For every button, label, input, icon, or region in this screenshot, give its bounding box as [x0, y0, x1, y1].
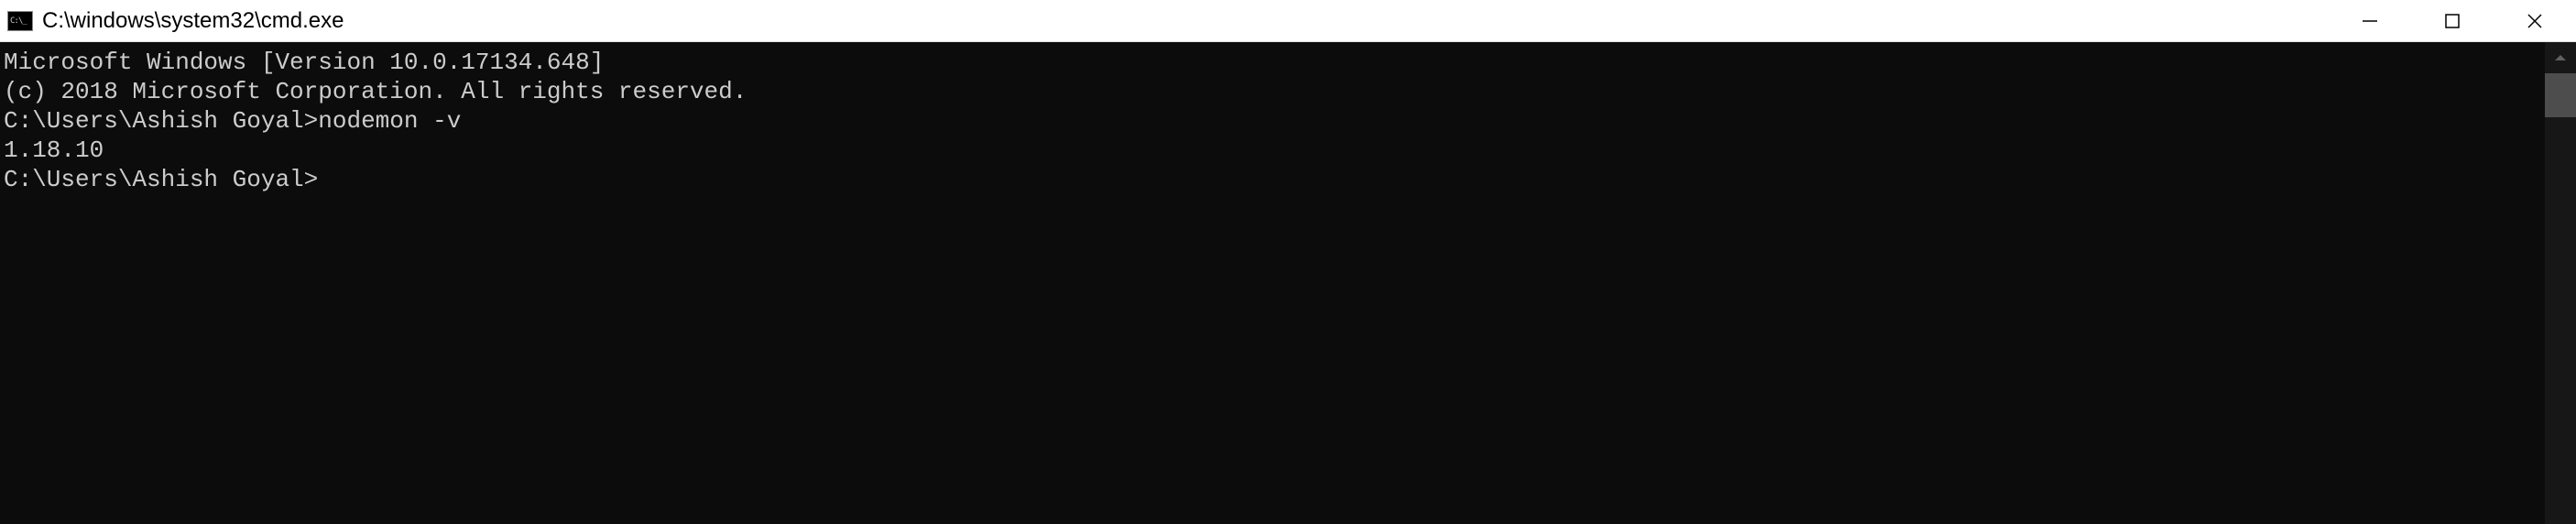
close-button[interactable] — [2494, 0, 2576, 41]
close-icon — [2526, 12, 2544, 30]
terminal-output: 1.18.10 — [4, 136, 2545, 165]
terminal-content[interactable]: Microsoft Windows [Version 10.0.17134.64… — [0, 42, 2545, 524]
minimize-icon — [2361, 12, 2379, 30]
terminal-area: Microsoft Windows [Version 10.0.17134.64… — [0, 42, 2576, 524]
window-titlebar: C:\_ C:\windows\system32\cmd.exe — [0, 0, 2576, 42]
terminal-prompt: C:\Users\Ashish Goyal> — [4, 107, 318, 135]
scroll-up-button[interactable] — [2545, 42, 2576, 73]
scroll-thumb[interactable] — [2545, 73, 2576, 117]
cmd-icon: C:\_ — [7, 11, 33, 31]
maximize-button[interactable] — [2411, 0, 2494, 41]
chevron-up-icon — [2554, 53, 2567, 62]
window-title: C:\windows\system32\cmd.exe — [42, 8, 2329, 34]
cmd-icon-glyph: C:\_ — [10, 17, 27, 25]
terminal-line: Microsoft Windows [Version 10.0.17134.64… — [4, 48, 2545, 77]
terminal-prompt: C:\Users\Ashish Goyal> — [4, 166, 318, 193]
terminal-prompt-line: C:\Users\Ashish Goyal> — [4, 165, 2545, 194]
window-controls — [2329, 0, 2576, 41]
maximize-icon — [2444, 13, 2461, 29]
terminal-line: (c) 2018 Microsoft Corporation. All righ… — [4, 77, 2545, 106]
terminal-prompt-line: C:\Users\Ashish Goyal>nodemon -v — [4, 106, 2545, 136]
minimize-button[interactable] — [2329, 0, 2411, 41]
terminal-command: nodemon -v — [318, 107, 461, 135]
vertical-scrollbar[interactable] — [2545, 42, 2576, 524]
